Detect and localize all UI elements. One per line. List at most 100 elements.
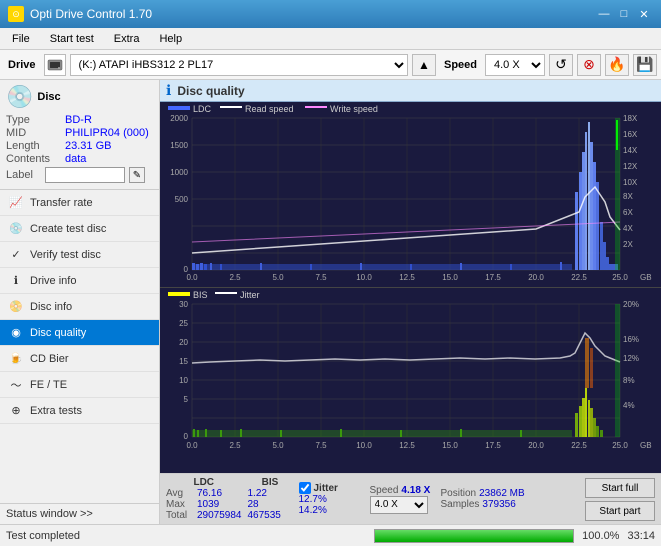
speed-stat-value: 4.18 X bbox=[401, 485, 430, 496]
disc-label-row: Label ✎ bbox=[6, 167, 153, 183]
disc-icon: 💿 bbox=[6, 84, 33, 110]
svg-text:4X: 4X bbox=[623, 224, 633, 233]
disc-mid-row: MID PHILIPR04 (000) bbox=[6, 127, 153, 139]
disc-quality-header: ℹ Disc quality bbox=[160, 80, 661, 102]
samples-value: 379356 bbox=[482, 499, 515, 510]
ldc-max-value: 1039 bbox=[197, 499, 219, 510]
nav-cd-bier[interactable]: 🍺 CD Bier bbox=[0, 346, 159, 372]
svg-text:17.5: 17.5 bbox=[485, 273, 501, 282]
menu-file[interactable]: File bbox=[4, 31, 38, 47]
close-button[interactable]: ✕ bbox=[635, 5, 653, 23]
svg-text:22.5: 22.5 bbox=[571, 273, 587, 282]
bis-avg-value: 1.22 bbox=[248, 488, 293, 499]
svg-text:4%: 4% bbox=[623, 401, 635, 410]
nav-create-test-disc[interactable]: 💿 Create test disc bbox=[0, 216, 159, 242]
menu-start-test[interactable]: Start test bbox=[42, 31, 102, 47]
ldc-avg-value: 76.16 bbox=[197, 488, 222, 499]
nav-disc-quality[interactable]: ◉ Disc quality bbox=[0, 320, 159, 346]
svg-text:15.0: 15.0 bbox=[442, 441, 458, 450]
samples-label: Samples bbox=[441, 499, 480, 510]
svg-text:7.5: 7.5 bbox=[315, 441, 327, 450]
svg-text:25: 25 bbox=[179, 319, 188, 328]
transfer-rate-icon: 📈 bbox=[8, 195, 24, 211]
nav-items: 📈 Transfer rate 💿 Create test disc ✓ Ver… bbox=[0, 190, 159, 503]
speed-stat-select[interactable]: 4.0 X bbox=[370, 496, 428, 514]
titlebar-left: ⊙ Opti Drive Control 1.70 bbox=[8, 6, 152, 22]
disc-quality-title: Disc quality bbox=[177, 84, 244, 98]
nav-extra-tests[interactable]: ⊕ Extra tests bbox=[0, 398, 159, 424]
svg-text:30: 30 bbox=[179, 300, 188, 309]
svg-text:GB: GB bbox=[640, 441, 652, 450]
drive-toolbar: Drive (K:) ATAPI iHBS312 2 PL17 ▲ Speed … bbox=[0, 50, 661, 80]
position-label: Position bbox=[441, 488, 477, 499]
svg-text:Jitter: Jitter bbox=[240, 290, 260, 300]
speed-stats: Speed 4.18 X 4.0 X bbox=[370, 485, 435, 514]
nav-fe-te[interactable]: 〜 FE / TE bbox=[0, 372, 159, 398]
status-bottom-bar: Test completed 100.0% 33:14 bbox=[0, 524, 661, 546]
nav-disc-quality-label: Disc quality bbox=[30, 327, 86, 339]
svg-text:10X: 10X bbox=[623, 178, 638, 187]
speed-select[interactable]: 4.0 X 2.0 X 6.0 X 8.0 X bbox=[485, 54, 545, 76]
svg-text:15.0: 15.0 bbox=[442, 273, 458, 282]
create-test-disc-icon: 💿 bbox=[8, 221, 24, 237]
refresh-button[interactable]: ↺ bbox=[549, 54, 573, 76]
burn-button[interactable]: 🔥 bbox=[605, 54, 629, 76]
disc-mid-value: PHILIPR04 (000) bbox=[65, 127, 149, 139]
bis-total-value: 467535 bbox=[248, 510, 293, 521]
jitter-checkbox[interactable] bbox=[299, 482, 311, 494]
cd-bier-icon: 🍺 bbox=[8, 351, 24, 367]
content-area: ℹ Disc quality LDC Read speed Write spee… bbox=[160, 80, 661, 524]
svg-text:1500: 1500 bbox=[170, 141, 188, 150]
app-icon: ⊙ bbox=[8, 6, 24, 22]
menubar: File Start test Extra Help bbox=[0, 28, 661, 50]
svg-text:5: 5 bbox=[184, 395, 189, 404]
svg-text:25.0: 25.0 bbox=[612, 273, 628, 282]
svg-text:Read speed: Read speed bbox=[245, 104, 294, 114]
nav-transfer-rate-label: Transfer rate bbox=[30, 197, 93, 209]
bis-jitter-chart: BIS Jitter bbox=[160, 288, 661, 463]
disc-label-edit-button[interactable]: ✎ bbox=[129, 167, 145, 183]
progress-bar-container bbox=[374, 529, 574, 543]
action-buttons: Start full Start part bbox=[585, 478, 655, 521]
disc-panel: 💿 Disc Type BD-R MID PHILIPR04 (000) Len… bbox=[0, 80, 159, 190]
svg-text:17.5: 17.5 bbox=[485, 441, 501, 450]
svg-text:16%: 16% bbox=[623, 335, 639, 344]
nav-drive-info[interactable]: ℹ Drive info bbox=[0, 268, 159, 294]
disc-label-input[interactable] bbox=[45, 167, 125, 183]
drive-select[interactable]: (K:) ATAPI iHBS312 2 PL17 bbox=[70, 54, 408, 76]
bis-header: BIS bbox=[248, 477, 293, 488]
disc-quality-icon: ◉ bbox=[8, 325, 24, 341]
svg-text:20: 20 bbox=[179, 338, 188, 347]
eject-button[interactable]: ▲ bbox=[412, 54, 436, 76]
main-layout: 💿 Disc Type BD-R MID PHILIPR04 (000) Len… bbox=[0, 80, 661, 524]
nav-transfer-rate[interactable]: 📈 Transfer rate bbox=[0, 190, 159, 216]
nav-verify-test-disc[interactable]: ✓ Verify test disc bbox=[0, 242, 159, 268]
svg-text:12%: 12% bbox=[623, 354, 639, 363]
svg-text:18X: 18X bbox=[623, 114, 638, 123]
svg-text:12.5: 12.5 bbox=[399, 273, 415, 282]
svg-text:10.0: 10.0 bbox=[356, 441, 372, 450]
svg-text:0: 0 bbox=[184, 432, 189, 441]
svg-text:16X: 16X bbox=[623, 130, 638, 139]
svg-text:5.0: 5.0 bbox=[272, 273, 284, 282]
status-window-button[interactable]: Status window >> bbox=[0, 503, 159, 524]
nav-disc-info[interactable]: 📀 Disc info bbox=[0, 294, 159, 320]
maximize-button[interactable]: □ bbox=[615, 5, 633, 23]
svg-text:1000: 1000 bbox=[170, 168, 188, 177]
minimize-button[interactable]: — bbox=[595, 5, 613, 23]
svg-text:20.0: 20.0 bbox=[528, 273, 544, 282]
save-button[interactable]: 💾 bbox=[633, 54, 657, 76]
svg-text:2.5: 2.5 bbox=[229, 273, 241, 282]
speed-stat-label: Speed bbox=[370, 485, 399, 496]
start-part-button[interactable]: Start part bbox=[585, 501, 655, 521]
disc-type-row: Type BD-R bbox=[6, 114, 153, 126]
svg-text:LDC: LDC bbox=[193, 104, 212, 114]
position-stats: Position 23862 MB Samples 379356 bbox=[441, 488, 525, 510]
erase-button[interactable]: ⊗ bbox=[577, 54, 601, 76]
start-full-button[interactable]: Start full bbox=[585, 478, 655, 498]
drive-info-icon: ℹ bbox=[8, 273, 24, 289]
menu-extra[interactable]: Extra bbox=[106, 31, 148, 47]
menu-help[interactable]: Help bbox=[151, 31, 190, 47]
ldc-header: LDC bbox=[166, 477, 242, 488]
charts-area: LDC Read speed Write speed bbox=[160, 102, 661, 473]
